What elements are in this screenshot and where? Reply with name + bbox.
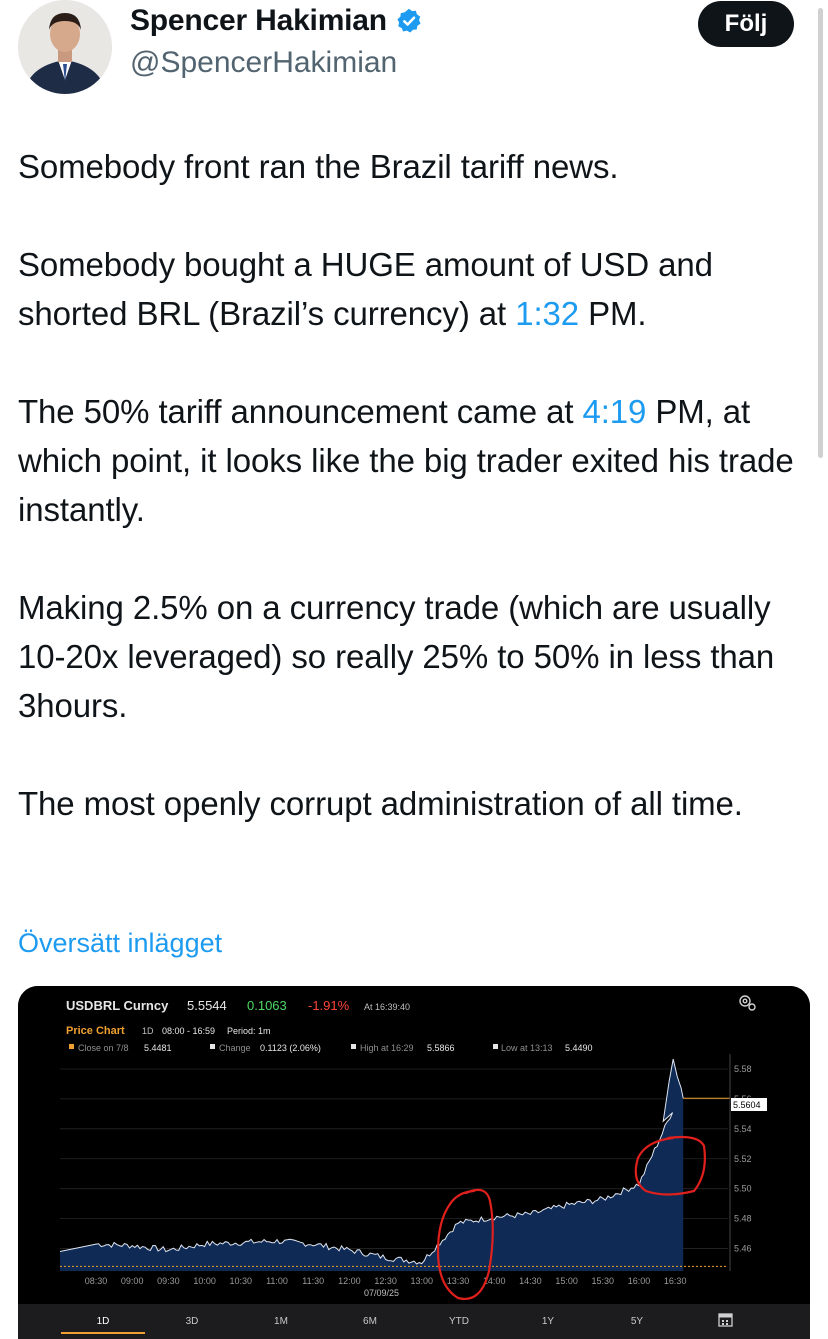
- range-button-6m[interactable]: 6M: [363, 1316, 377, 1327]
- tweet-paragraph: Somebody bought a HUGE amount of USD and…: [18, 240, 798, 338]
- y-tick-label: 5.54: [734, 1124, 752, 1134]
- range-button-5y[interactable]: 5Y: [631, 1316, 644, 1327]
- x-tick-label: 12:00: [338, 1276, 361, 1286]
- x-tick-label: 09:30: [157, 1276, 180, 1286]
- x-axis: 08:30 09:00 09:30 10:00 10:30 11:00 11:30 12:00…: [85, 1276, 687, 1286]
- x-tick-label: 09:00: [121, 1276, 144, 1286]
- tweet-header: Spencer Hakimian @SpencerHakimian Följ: [0, 0, 828, 110]
- y-tick-label: 5.58: [734, 1064, 752, 1074]
- period-label: 1D: [142, 1026, 154, 1036]
- x-tick-label: 15:30: [592, 1276, 615, 1286]
- translate-post-link[interactable]: Översätt inlägget: [18, 928, 222, 959]
- scrollbar[interactable]: [818, 8, 823, 458]
- x-tick-label: 10:30: [230, 1276, 253, 1286]
- author-name[interactable]: Spencer Hakimian: [130, 4, 387, 38]
- tweet-text: Somebody front ran the Brazil tariff new…: [18, 142, 798, 828]
- avatar-image: [18, 0, 112, 94]
- range-button-1y[interactable]: 1Y: [542, 1316, 555, 1327]
- bloomberg-chart: USDBRL Curncy 5.5544 0.1063 -1.91% At 16…: [18, 986, 810, 1339]
- close-value: 5.4481: [144, 1043, 172, 1053]
- y-tick-label: 5.52: [734, 1154, 752, 1164]
- author-name-row: Spencer Hakimian: [130, 4, 423, 38]
- attached-chart-image[interactable]: USDBRL Curncy 5.5544 0.1063 -1.91% At 16…: [18, 986, 810, 1339]
- change-value: 0.1123 (2.06%): [260, 1043, 321, 1053]
- low-label: Low at 13:13: [501, 1043, 553, 1053]
- pct-change: -1.91%: [308, 998, 350, 1013]
- high-value: 5.5866: [427, 1043, 455, 1053]
- high-label: High at 16:29: [360, 1043, 414, 1053]
- close-label: Close on 7/8: [78, 1043, 129, 1053]
- tweet-text-segment: PM.: [579, 295, 647, 332]
- x-tick-label: 13:30: [447, 1276, 470, 1286]
- change-label: Change: [219, 1043, 251, 1053]
- tweet-paragraph: Somebody front ran the Brazil tariff new…: [18, 148, 619, 185]
- range-button-3d[interactable]: 3D: [186, 1316, 199, 1327]
- x-tick-label: 11:30: [302, 1276, 324, 1286]
- author-handle[interactable]: @SpencerHakimian: [130, 46, 397, 80]
- tweet-paragraph: Making 2.5% on a currency trade (which a…: [18, 589, 775, 724]
- price-chart-title: Price Chart: [66, 1025, 125, 1037]
- x-tick-label: 10:00: [193, 1276, 216, 1286]
- y-tick-label: 5.48: [734, 1214, 752, 1224]
- timestamp-link[interactable]: 4:19: [582, 393, 646, 430]
- x-tick-label: 13:00: [411, 1276, 434, 1286]
- follow-button[interactable]: Följ: [698, 1, 794, 47]
- ticker-label: USDBRL Curncy: [66, 998, 169, 1013]
- interval-label: Period: 1m: [227, 1026, 271, 1036]
- timestamp-link[interactable]: 1:32: [515, 295, 579, 332]
- current-price-label: 5.5604: [733, 1100, 761, 1110]
- tweet-text-segment: The 50% tariff announcement came at: [18, 393, 583, 430]
- range-button-1d[interactable]: 1D: [97, 1316, 110, 1327]
- x-tick-label: 08:30: [85, 1276, 108, 1286]
- tweet-paragraph: The 50% tariff announcement came at 4:19…: [18, 387, 798, 534]
- x-tick-label: 12:30: [374, 1276, 397, 1286]
- range-button-ytd[interactable]: YTD: [449, 1316, 469, 1327]
- x-tick-label: 15:00: [555, 1276, 578, 1286]
- net-change: 0.1063: [247, 998, 287, 1013]
- y-tick-label: 5.46: [734, 1244, 752, 1254]
- date-label: 07/09/25: [364, 1288, 399, 1298]
- x-tick-label: 14:30: [519, 1276, 542, 1286]
- quote-time: At 16:39:40: [364, 1002, 410, 1012]
- tweet-paragraph: The most openly corrupt administration o…: [18, 785, 743, 822]
- low-value: 5.4490: [565, 1043, 593, 1053]
- last-price: 5.5544: [187, 998, 227, 1013]
- verified-badge-icon: [397, 8, 421, 33]
- session-label: 08:00 - 16:59: [162, 1026, 215, 1036]
- x-tick-label: 16:00: [628, 1276, 651, 1286]
- range-button-1m[interactable]: 1M: [274, 1316, 288, 1327]
- x-tick-label: 16:30: [664, 1276, 687, 1286]
- x-tick-label: 11:00: [266, 1276, 288, 1286]
- avatar[interactable]: [18, 0, 112, 94]
- current-price-marker: 5.5604: [731, 1098, 767, 1111]
- y-tick-label: 5.50: [734, 1184, 752, 1194]
